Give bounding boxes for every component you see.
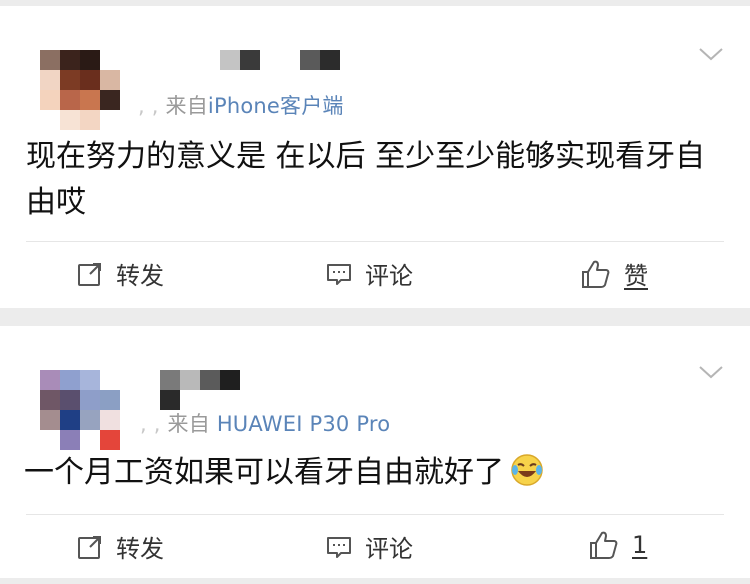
username-mosaic-2 — [160, 390, 180, 410]
post-source: , , 来自 HUAWEI P30 Pro — [140, 408, 390, 438]
like-button[interactable]: 赞 — [580, 256, 648, 291]
source-prefix: 来自 — [167, 412, 210, 436]
chevron-down-icon[interactable] — [698, 46, 724, 62]
source-prefix: 来自 — [165, 94, 208, 118]
post-text-content: 一个月工资如果可以看牙自由就好了 — [24, 455, 504, 490]
share-icon — [78, 262, 101, 286]
comment-label: 评论 — [365, 262, 413, 290]
comment-button[interactable]: 评论 — [325, 256, 413, 291]
avatar[interactable] — [40, 370, 120, 450]
divider — [26, 514, 724, 515]
thumbs-up-icon — [590, 531, 618, 559]
timestamp-blur: , , — [140, 412, 168, 436]
divider — [26, 241, 724, 242]
thumbs-up-icon — [582, 260, 610, 288]
share-icon — [78, 535, 101, 559]
repost-label: 转发 — [116, 535, 164, 563]
username[interactable] — [220, 50, 260, 70]
repost-button[interactable]: 转发 — [76, 529, 164, 564]
repost-label: 转发 — [116, 262, 164, 290]
username[interactable] — [160, 370, 240, 390]
laughing-crying-emoji-icon — [511, 454, 543, 486]
source-device-link[interactable]: HUAWEI P30 Pro — [217, 412, 390, 436]
timestamp-blur: , , — [138, 94, 166, 118]
comment-label: 评论 — [365, 535, 413, 563]
like-label: 赞 — [624, 262, 648, 290]
post-text: 一个月工资如果可以看牙自由就好了 — [24, 450, 720, 496]
source-device-link[interactable]: iPhone客户端 — [208, 94, 344, 118]
comment-button[interactable]: 评论 — [325, 529, 413, 564]
repost-button[interactable]: 转发 — [76, 256, 164, 291]
avatar[interactable] — [40, 50, 120, 130]
comment-icon — [327, 536, 351, 558]
username-mosaic-2 — [300, 50, 340, 70]
chevron-down-icon[interactable] — [698, 364, 724, 380]
like-button[interactable]: 1 — [588, 529, 647, 561]
like-count: 1 — [632, 531, 648, 559]
post-source: , , 来自iPhone客户端 — [138, 90, 344, 120]
post-text: 现在努力的意义是 在以后 至少至少能够实现看牙自由哎 — [26, 139, 706, 220]
post-card: , , 来自iPhone客户端 现在努力的意义是 在以后 至少至少能够实现看牙自… — [0, 6, 750, 308]
post-card: , , 来自 HUAWEI P30 Pro 一个月工资如果可以看牙自由就好了 转… — [0, 326, 750, 578]
comment-icon — [327, 263, 351, 285]
